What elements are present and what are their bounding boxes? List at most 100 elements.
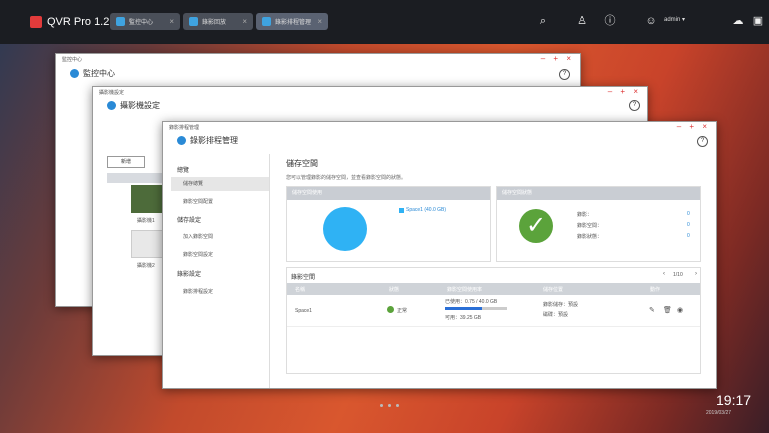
window-heading-label: 攝影機設定	[120, 101, 160, 110]
usage-text: 已使用：0.75 / 40.0 GB	[445, 299, 498, 305]
status-text: 正常	[397, 308, 408, 314]
help-icon[interactable]: ?	[559, 69, 570, 80]
schedule-app-icon	[177, 136, 186, 145]
sidebar: 總覽 儲存總覽 錄影空間配置 儲存設定 加入錄影空間 錄影空間設定 錄影設定 錄…	[163, 154, 270, 388]
page-dot[interactable]	[396, 404, 399, 407]
location-text: 錄影儲存：預設	[543, 302, 579, 308]
user-icon[interactable]: ☺	[644, 14, 658, 28]
column-header: 錄影空間使用率	[447, 287, 483, 293]
app-title: QVR Pro 1.2	[47, 16, 110, 28]
monitor-app-icon	[116, 17, 125, 26]
status-value: 0	[687, 222, 690, 228]
delete-icon[interactable]: 🗑	[663, 306, 672, 314]
table-row[interactable]: Space1 正常 已使用：0.75 / 40.0 GB 可用：39.25 GB…	[287, 296, 700, 327]
camera-app-icon	[107, 101, 116, 110]
desktop: QVR Pro 1.2 監控中心 × 錄影回放 × 錄影排程管理 × ⌕ ♙ ⓘ…	[0, 0, 769, 433]
sidebar-item-space-config[interactable]: 錄影空間配置	[171, 195, 269, 209]
camera-thumbnail[interactable]	[131, 185, 165, 213]
close-icon[interactable]: ×	[317, 17, 322, 26]
panel-header: 儲存空間狀態	[497, 187, 700, 200]
sidebar-section: 總覽	[177, 168, 190, 174]
sidebar-item-add-space[interactable]: 加入錄影空間	[171, 230, 269, 244]
status-label: 錄影空間：	[577, 223, 603, 229]
window-titlebar: 錄影排程管理	[169, 125, 200, 131]
window-heading-label: 錄影排程管理	[190, 136, 238, 145]
panel-header: 儲存空間使用	[287, 187, 490, 200]
page-title: 儲存空間	[286, 159, 318, 168]
user-menu[interactable]: admin ▾	[664, 16, 685, 23]
location-text: 磁碟：預設	[543, 312, 569, 318]
usage-bar-fill	[445, 307, 483, 310]
next-page-icon[interactable]: ›	[695, 271, 697, 277]
clock-time: 19:17	[716, 392, 752, 408]
status-label: 錄影狀態：	[577, 234, 603, 240]
camera-label: 攝影機1	[137, 218, 155, 224]
status-value: 0	[687, 211, 690, 217]
cloud-icon[interactable]: ☁	[731, 14, 745, 28]
sidebar-item-storage-overview[interactable]: 儲存總覽	[171, 177, 269, 191]
column-header: 名稱	[295, 287, 306, 293]
sidebar-section: 儲存設定	[177, 218, 202, 224]
column-header: 動作	[650, 287, 661, 293]
storage-usage-panel: 儲存空間使用 Space1 (40.0 GB)	[286, 186, 491, 262]
pager: 1/10	[673, 272, 683, 278]
menu-icon[interactable]: ▣	[751, 14, 765, 28]
window-controls[interactable]: – + ×	[677, 122, 710, 131]
page-indicator	[380, 404, 399, 407]
legend-label: Space1 (40.0 GB)	[406, 207, 447, 213]
notification-icon[interactable]: ♙	[575, 14, 589, 28]
close-icon[interactable]: ×	[169, 17, 174, 26]
space-name: Space1	[295, 308, 312, 314]
tab-schedule[interactable]: 錄影排程管理 ×	[256, 13, 328, 30]
status-label: 錄影：	[577, 212, 593, 218]
column-header: 儲存位置	[543, 287, 564, 293]
view-icon[interactable]: ◉	[677, 306, 683, 314]
status-value: 0	[687, 233, 690, 239]
schedule-app-icon	[262, 17, 271, 26]
window-controls[interactable]: – + ×	[541, 54, 574, 63]
window-heading: 錄影排程管理	[177, 135, 238, 146]
check-icon: ✓	[519, 209, 553, 243]
close-icon[interactable]: ×	[242, 17, 247, 26]
window-heading: 監控中心	[70, 68, 115, 79]
help-icon[interactable]: ?	[697, 136, 708, 147]
usage-text: 可用：39.25 GB	[445, 315, 482, 321]
tab-label: 錄影排程管理	[275, 20, 312, 26]
legend-swatch	[399, 207, 404, 213]
pie-legend: Space1 (40.0 GB)	[399, 207, 446, 213]
sidebar-item-space-settings[interactable]: 錄影空間設定	[171, 248, 269, 262]
playback-app-icon	[189, 17, 198, 26]
camera-thumbnail[interactable]	[131, 230, 165, 258]
storage-status-panel: 儲存空間狀態 ✓ 錄影： 0 錄影空間： 0 錄影狀態： 0	[496, 186, 701, 262]
column-header: 狀態	[389, 287, 400, 293]
window-heading-label: 監控中心	[83, 69, 115, 78]
tab-playback[interactable]: 錄影回放 ×	[183, 13, 253, 30]
taskbar: QVR Pro 1.2 監控中心 × 錄影回放 × 錄影排程管理 × ⌕ ♙ ⓘ…	[0, 0, 769, 44]
window-titlebar: 監控中心	[62, 57, 83, 63]
sidebar-item-schedule-settings[interactable]: 錄影排程設定	[171, 285, 269, 299]
window-heading: 攝影機設定	[107, 100, 160, 111]
window-controls[interactable]: – + ×	[608, 87, 641, 96]
camera-label: 攝影機2	[137, 263, 155, 269]
table-header: 名稱 狀態 錄影空間使用率 儲存位置 動作	[287, 283, 700, 295]
clock-date: 2019/03/27	[706, 410, 732, 416]
qvr-logo-icon	[30, 16, 42, 28]
status-ok-icon	[387, 306, 394, 313]
sidebar-section: 錄影設定	[177, 272, 202, 278]
page-description: 您可以管理錄影的儲存空間，並查看錄影空間的狀態。	[286, 175, 407, 181]
tab-monitor[interactable]: 監控中心 ×	[110, 13, 180, 30]
window-titlebar: 攝影機設定	[99, 90, 125, 96]
add-button[interactable]: 新增	[107, 156, 145, 168]
search-icon[interactable]: ⌕	[536, 14, 550, 28]
info-icon[interactable]: ⓘ	[603, 14, 617, 28]
help-icon[interactable]: ?	[629, 100, 640, 111]
usage-pie-chart	[323, 207, 367, 251]
page-dot[interactable]	[380, 404, 383, 407]
tab-label: 錄影回放	[202, 20, 227, 26]
prev-page-icon[interactable]: ‹	[663, 271, 665, 277]
table-header	[107, 173, 167, 183]
usage-bar	[445, 307, 507, 310]
table-title: 錄影空間	[291, 275, 316, 281]
page-dot[interactable]	[388, 404, 391, 407]
edit-icon[interactable]: ✎	[649, 306, 655, 314]
